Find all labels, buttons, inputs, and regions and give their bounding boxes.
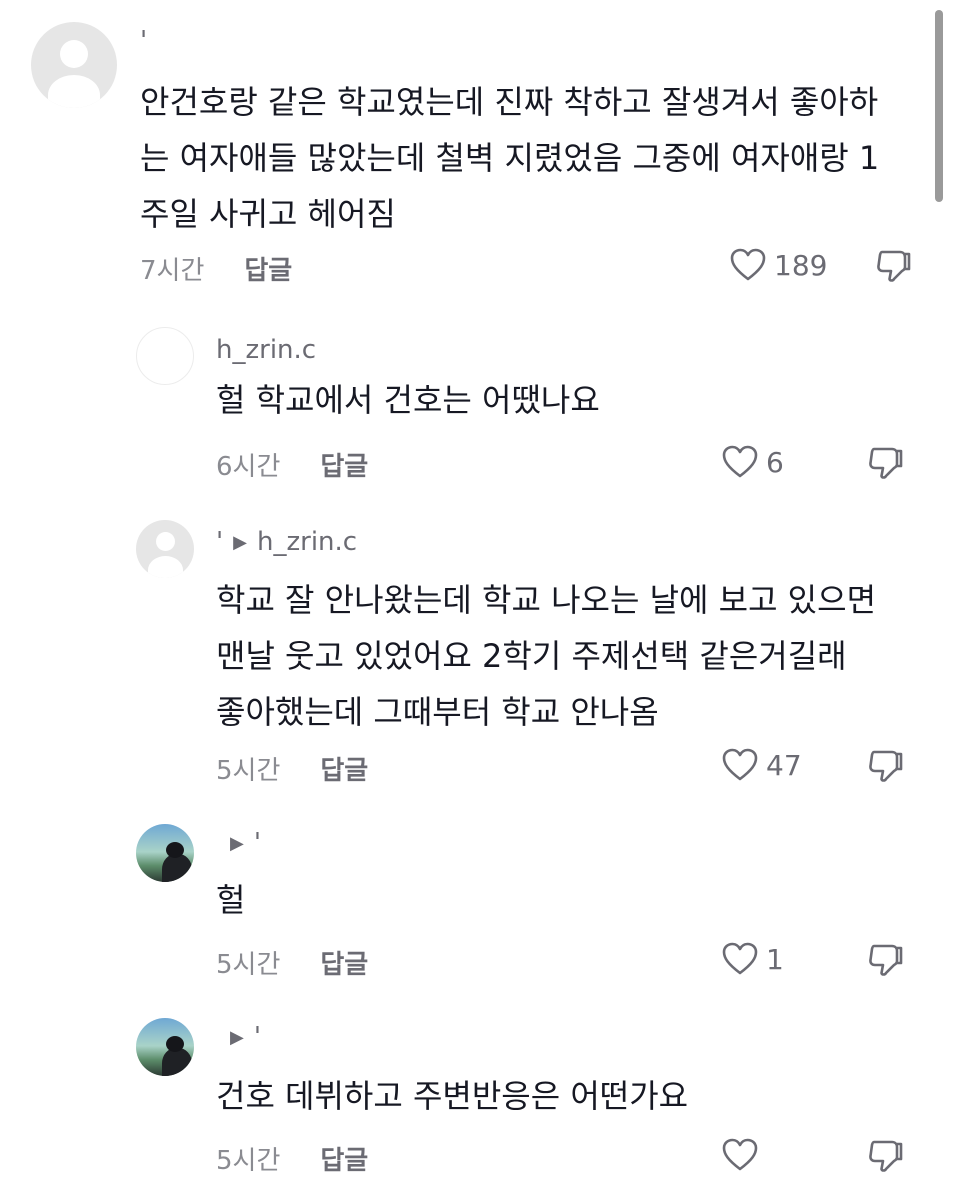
thumbs-down-icon <box>866 940 906 980</box>
comment-line: 헐 <box>216 881 246 919</box>
comment-text: 건호 데뷔하고 주변반응은 어떤가요 <box>216 1068 688 1124</box>
comment-username[interactable]: ' ▶ h_zrin.c <box>216 527 357 557</box>
comment-line: 좋아했는데 그때부터 학교 안나옴 <box>216 693 659 731</box>
comment-username[interactable]: ▶ ' <box>230 1022 261 1052</box>
heart-outline-icon <box>722 942 758 976</box>
thumbs-down-icon <box>866 1136 906 1176</box>
comment-line: 맨날 웃고 있었어요 2학기 주제선택 같은거길래 <box>216 637 847 675</box>
comment-text: 헐 학교에서 건호는 어땠나요 <box>216 372 600 428</box>
username-text: ' <box>216 527 224 557</box>
like-button[interactable]: 1 <box>722 942 784 976</box>
avatar[interactable] <box>136 824 194 882</box>
like-button[interactable]: 189 <box>730 248 827 282</box>
like-button[interactable]: 47 <box>722 748 802 782</box>
thumbs-down-icon <box>874 246 914 286</box>
comment-line: 건호 데뷔하고 주변반응은 어떤가요 <box>216 1077 689 1115</box>
dislike-button[interactable] <box>866 443 906 483</box>
avatar[interactable] <box>31 22 117 108</box>
comment-meta: 6시간 답글 <box>216 446 368 483</box>
like-button[interactable]: 6 <box>722 445 784 479</box>
avatar[interactable] <box>136 1018 194 1076</box>
heart-outline-icon <box>730 248 766 282</box>
reply-button[interactable]: 답글 <box>244 250 292 287</box>
comments-screen: ' 안건호랑 같은 학교였는데 진짜 착하고 잘생겨서 좋아하 는 여자애들 많… <box>0 0 953 1200</box>
comment-username[interactable]: h_zrin.c <box>216 335 316 365</box>
comment-username[interactable]: ▶ ' <box>230 828 261 858</box>
reply-arrow-icon: ▶ <box>233 531 247 553</box>
comment-time: 5시간 <box>216 950 281 980</box>
like-count: 1 <box>766 942 784 976</box>
reply-arrow-icon: ▶ <box>230 1026 244 1048</box>
reply-button[interactable]: 답글 <box>320 1140 368 1177</box>
username-text: ' <box>140 26 148 56</box>
comment-line: 학교 잘 안나왔는데 학교 나오는 날에 보고 있으면 <box>216 581 877 619</box>
comment-time: 7시간 <box>140 256 205 286</box>
reply-button[interactable]: 답글 <box>320 944 368 981</box>
dislike-button[interactable] <box>866 940 906 980</box>
comment-text: 헐 <box>216 872 245 928</box>
comment-text: 학교 잘 안나왔는데 학교 나오는 날에 보고 있으면 맨날 웃고 있었어요 2… <box>216 572 876 740</box>
reply-button[interactable]: 답글 <box>320 446 368 483</box>
username-text: h_zrin.c <box>216 335 317 365</box>
reply-to-username[interactable]: ' <box>254 828 261 858</box>
like-count: 6 <box>766 445 784 479</box>
comment-line: 안건호랑 같은 학교였는데 진짜 착하고 잘생겨서 좋아하 <box>140 83 879 121</box>
comment-line: 주일 사귀고 헤어짐 <box>140 195 396 233</box>
dislike-button[interactable] <box>866 1136 906 1176</box>
heart-outline-icon <box>722 1138 758 1172</box>
reply-arrow-icon: ▶ <box>230 832 244 854</box>
avatar[interactable] <box>136 520 194 578</box>
comment-meta: 5시간 답글 <box>216 1140 368 1177</box>
scrollbar[interactable] <box>935 10 943 202</box>
comment-text: 안건호랑 같은 학교였는데 진짜 착하고 잘생겨서 좋아하 는 여자애들 많았는… <box>140 74 879 242</box>
like-button[interactable] <box>722 1138 766 1172</box>
comment-time: 6시간 <box>216 452 281 482</box>
comment-line: 는 여자애들 많았는데 철벽 지렸었음 그중에 여자애랑 1 <box>140 139 880 177</box>
dislike-button[interactable] <box>874 246 914 286</box>
like-count: 47 <box>766 748 802 782</box>
reply-button[interactable]: 답글 <box>320 750 368 787</box>
comment-line: 헐 학교에서 건호는 어땠나요 <box>216 381 600 419</box>
comment-meta: 7시간 답글 <box>140 250 292 287</box>
comment-time: 5시간 <box>216 1146 281 1176</box>
heart-outline-icon <box>722 445 758 479</box>
comment-time: 5시간 <box>216 756 281 786</box>
avatar[interactable] <box>136 327 194 385</box>
like-count: 189 <box>774 248 828 282</box>
heart-outline-icon <box>722 748 758 782</box>
reply-to-username[interactable]: ' <box>254 1022 261 1052</box>
comment-meta: 5시간 답글 <box>216 944 368 981</box>
comment-meta: 5시간 답글 <box>216 750 368 787</box>
thumbs-down-icon <box>866 443 906 483</box>
comment-username[interactable]: ' <box>140 26 147 56</box>
dislike-button[interactable] <box>866 746 906 786</box>
reply-to-username[interactable]: h_zrin.c <box>257 527 357 557</box>
thumbs-down-icon <box>866 746 906 786</box>
